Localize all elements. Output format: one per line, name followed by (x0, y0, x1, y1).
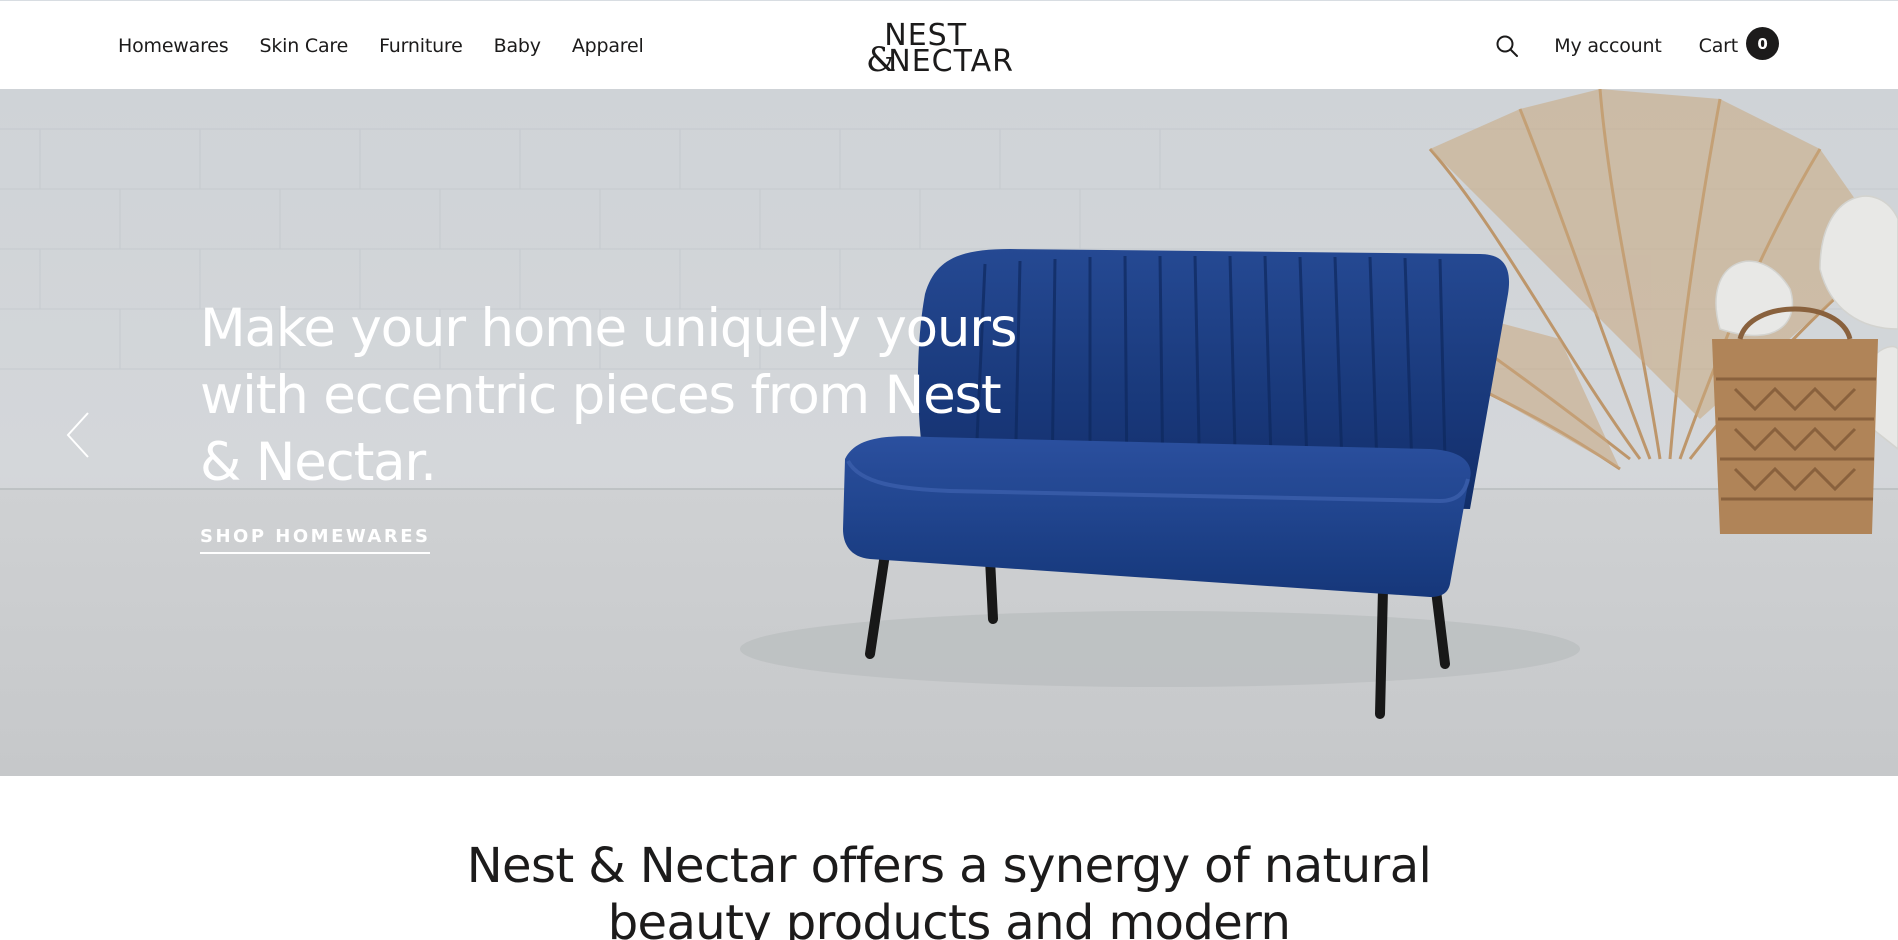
main-nav: Homewares Skin Care Furniture Baby Appar… (118, 1, 675, 90)
logo-word-nectar: NECTAR (888, 44, 1014, 79)
nav-homewares[interactable]: Homewares (118, 35, 229, 57)
hero-slideshow: Make your home uniquely yours with eccen… (0, 89, 1898, 776)
nav-skin-care[interactable]: Skin Care (259, 35, 348, 57)
chevron-left-icon (66, 412, 89, 458)
cart-label: Cart (1698, 34, 1739, 57)
cart-link[interactable]: Cart 0 (1698, 27, 1779, 60)
search-icon[interactable] (1494, 33, 1520, 59)
hero-content: Make your home uniquely yours with eccen… (200, 295, 1030, 554)
my-account-link[interactable]: My account (1554, 35, 1662, 57)
header-actions: My account Cart 0 (1494, 1, 1779, 90)
site-header: Homewares Skin Care Furniture Baby Appar… (0, 0, 1898, 89)
cart-count-badge: 0 (1746, 27, 1779, 60)
slideshow-prev-button[interactable] (64, 411, 92, 459)
hero-heading: Make your home uniquely yours with eccen… (200, 298, 1017, 493)
intro-section: Nest & Nectar offers a synergy of natura… (0, 776, 1898, 940)
search-icon-graphic (1496, 35, 1519, 57)
logo-wordmark: NEST NECTAR (884, 21, 1014, 79)
shop-homewares-link[interactable]: SHOP HOMEWARES (200, 526, 431, 554)
nav-apparel[interactable]: Apparel (572, 35, 644, 57)
site-logo[interactable]: & NEST NECTAR (866, 15, 1028, 79)
intro-heading: Nest & Nectar offers a synergy of natura… (466, 838, 1432, 940)
nav-baby[interactable]: Baby (494, 35, 541, 57)
nav-furniture[interactable]: Furniture (379, 35, 463, 57)
